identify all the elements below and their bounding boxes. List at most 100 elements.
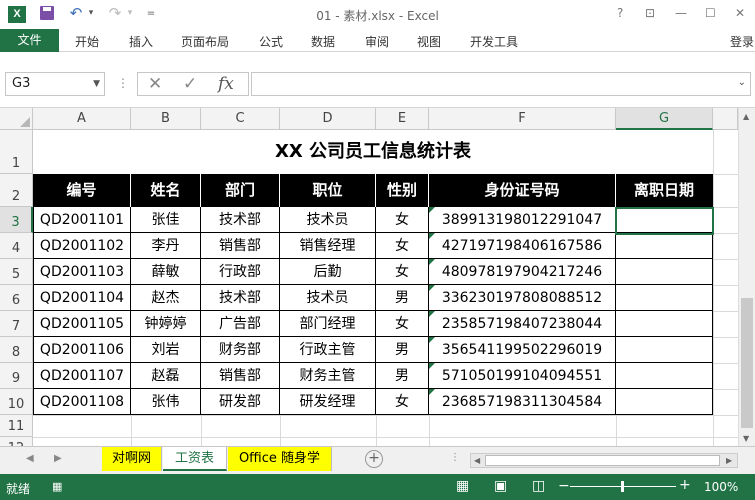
table-cell[interactable]: 女 <box>376 311 429 337</box>
header-cell-gender[interactable]: 性别 <box>376 174 429 207</box>
table-cell[interactable]: 财务主管 <box>280 363 376 389</box>
normal-view-icon[interactable]: ▦ <box>456 478 469 494</box>
row-header-10[interactable]: 10 <box>0 389 33 415</box>
tab-data[interactable]: 数据 <box>311 33 335 50</box>
table-cell[interactable] <box>616 233 713 259</box>
header-cell-leave-date[interactable]: 离职日期 <box>616 174 713 207</box>
header-cell-name[interactable]: 姓名 <box>131 174 201 207</box>
table-cell[interactable]: 销售经理 <box>280 233 376 259</box>
zoom-slider-thumb[interactable] <box>621 481 624 492</box>
column-header-h[interactable] <box>713 108 738 130</box>
scroll-up-icon[interactable]: ▲ <box>743 112 749 121</box>
table-cell[interactable]: 480978197904217246 <box>429 259 616 285</box>
tab-view[interactable]: 视图 <box>417 33 441 50</box>
table-cell[interactable]: 技术员 <box>280 207 376 233</box>
row-header-9[interactable]: 9 <box>0 363 33 389</box>
tab-home[interactable]: 开始 <box>75 33 99 50</box>
page-layout-view-icon[interactable]: ▣ <box>494 478 507 494</box>
table-cell[interactable]: 赵杰 <box>131 285 201 311</box>
page-break-view-icon[interactable]: ◫ <box>532 478 545 494</box>
table-cell[interactable]: 薛敏 <box>131 259 201 285</box>
tab-insert[interactable]: 插入 <box>129 33 153 50</box>
scroll-down-icon[interactable]: ▼ <box>743 434 749 443</box>
table-cell[interactable]: 张伟 <box>131 389 201 415</box>
column-header-d[interactable]: D <box>280 108 376 130</box>
select-all-button[interactable] <box>0 108 33 130</box>
zoom-slider[interactable] <box>570 481 676 492</box>
formula-input[interactable]: ⌄ <box>251 72 751 96</box>
table-cell[interactable]: 236857198311304584 <box>429 389 616 415</box>
row-header-8[interactable]: 8 <box>0 337 33 363</box>
tab-file[interactable]: 文件 <box>0 29 59 52</box>
scroll-left-icon[interactable]: ◀ <box>474 456 480 465</box>
table-cell[interactable]: 技术部 <box>201 207 280 233</box>
tab-developer[interactable]: 开发工具 <box>470 33 518 50</box>
table-cell[interactable]: 356541199502296019 <box>429 337 616 363</box>
close-icon[interactable]: ✕ <box>735 6 745 20</box>
cancel-icon[interactable]: ✕ <box>148 74 162 94</box>
table-cell[interactable] <box>616 337 713 363</box>
tab-page-layout[interactable]: 页面布局 <box>181 33 229 50</box>
tab-formulas[interactable]: 公式 <box>259 33 283 50</box>
row-header-7[interactable]: 7 <box>0 311 33 337</box>
maximize-icon[interactable]: ☐ <box>705 6 716 20</box>
name-box[interactable]: G3 ▼ <box>5 72 105 96</box>
row-header-2[interactable]: 2 <box>0 174 33 207</box>
zoom-in-icon[interactable]: + <box>679 477 691 493</box>
table-cell[interactable]: 女 <box>376 207 429 233</box>
table-cell[interactable]: 235857198407238044 <box>429 311 616 337</box>
table-cell[interactable]: 行政部 <box>201 259 280 285</box>
row-header-4[interactable]: 4 <box>0 233 33 259</box>
sheet-tab-salary[interactable]: 工资表 <box>163 447 227 471</box>
table-cell[interactable]: 571050199104094551 <box>429 363 616 389</box>
table-cell[interactable]: 男 <box>376 337 429 363</box>
add-sheet-icon[interactable]: + <box>365 450 383 468</box>
zoom-level[interactable]: 100% <box>704 480 738 494</box>
next-sheet-icon[interactable]: ▶ <box>54 453 62 464</box>
prev-sheet-icon[interactable]: ◀ <box>26 453 34 464</box>
row-header-6[interactable]: 6 <box>0 285 33 311</box>
selected-cell-g3[interactable] <box>615 207 714 235</box>
horizontal-scrollbar[interactable]: ◀ ▶ <box>470 453 738 468</box>
sheet-tab-office[interactable]: Office 随身学 <box>228 447 332 471</box>
zoom-out-icon[interactable]: − <box>558 478 570 494</box>
table-cell[interactable]: 技术部 <box>201 285 280 311</box>
table-cell[interactable] <box>616 259 713 285</box>
table-cell[interactable]: QD2001101 <box>33 207 131 233</box>
table-cell[interactable] <box>616 311 713 337</box>
table-cell[interactable]: 销售部 <box>201 233 280 259</box>
column-header-f[interactable]: F <box>429 108 616 130</box>
header-cell-position[interactable]: 职位 <box>280 174 376 207</box>
table-cell[interactable]: QD2001104 <box>33 285 131 311</box>
login-link[interactable]: 登录 <box>730 33 754 50</box>
row-header-5[interactable]: 5 <box>0 259 33 285</box>
insert-function-icon[interactable]: fx <box>218 74 234 94</box>
header-cell-department[interactable]: 部门 <box>201 174 280 207</box>
table-cell[interactable]: 427197198406167586 <box>429 233 616 259</box>
table-cell[interactable]: QD2001106 <box>33 337 131 363</box>
vertical-scrollbar[interactable]: ▲ ▼ <box>738 108 755 446</box>
column-header-e[interactable]: E <box>376 108 429 130</box>
table-cell[interactable]: QD2001103 <box>33 259 131 285</box>
table-cell[interactable]: 389913198012291047 <box>429 207 616 233</box>
table-cell[interactable]: 男 <box>376 285 429 311</box>
table-cell[interactable]: 赵磊 <box>131 363 201 389</box>
expand-formula-bar-icon[interactable]: ⌄ <box>738 77 746 88</box>
enter-icon[interactable]: ✓ <box>183 74 197 94</box>
horizontal-scroll-thumb[interactable] <box>485 455 720 466</box>
formula-bar-grip-icon[interactable]: ⋮ <box>117 76 129 90</box>
table-cell[interactable] <box>616 389 713 415</box>
row-header-1[interactable]: 1 <box>0 130 33 174</box>
table-cell[interactable]: 行政主管 <box>280 337 376 363</box>
table-cell[interactable]: 后勤 <box>280 259 376 285</box>
row-header-12[interactable]: 12 <box>0 437 33 446</box>
header-cell-id-number[interactable]: 身份证号码 <box>429 174 616 207</box>
table-cell[interactable]: 研发部 <box>201 389 280 415</box>
column-header-g[interactable]: G <box>616 108 713 130</box>
tab-review[interactable]: 审阅 <box>365 33 389 50</box>
table-cell[interactable]: 刘岩 <box>131 337 201 363</box>
sheet-cells[interactable]: XX 公司员工信息统计表 编号 姓名 部门 职位 性别 身份证号码 离职日期 Q… <box>33 130 738 446</box>
table-cell[interactable]: 李丹 <box>131 233 201 259</box>
header-cell-id[interactable]: 编号 <box>33 174 131 207</box>
column-header-b[interactable]: B <box>131 108 201 130</box>
